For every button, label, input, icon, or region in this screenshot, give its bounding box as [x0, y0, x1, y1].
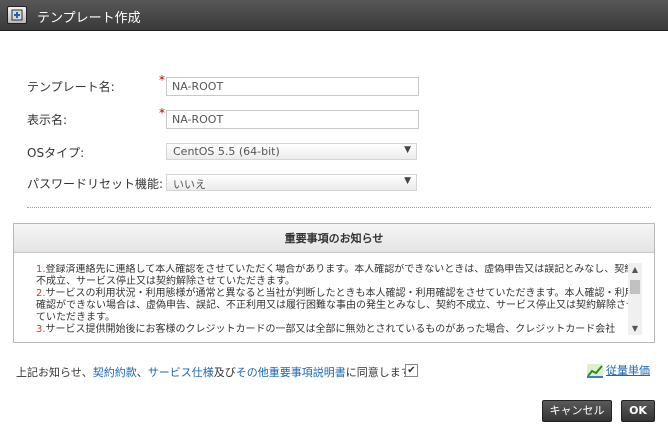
display-name-required-mark: *: [159, 106, 165, 120]
checkmark-icon: ✔: [407, 365, 416, 376]
important-notice-panel: 重要事項のお知らせ 1.登録済連絡先に連絡して本人確認をさせていただく場合があり…: [13, 223, 655, 343]
template-name-label: テンプレート名:: [27, 80, 115, 94]
agreement-text: 上記お知らせ、契約約款、サービス仕様及びその他重要事項説明書に同意します。: [16, 366, 422, 379]
template-add-icon: [7, 6, 27, 24]
scroll-down-arrow-icon[interactable]: ▼: [628, 322, 642, 335]
triangle-down-icon: ▼: [404, 176, 411, 186]
password-reset-selected-value: いいえ: [173, 178, 206, 191]
password-reset-label: パスワードリセット機能:: [27, 177, 164, 191]
dialog-title: テンプレート作成: [37, 11, 141, 26]
cancel-button[interactable]: キャンセル: [542, 400, 612, 422]
usage-rate-link[interactable]: 従量単価: [587, 362, 650, 378]
display-name-label: 表示名:: [27, 113, 68, 127]
service-spec-link[interactable]: サービス仕様: [148, 366, 214, 379]
chart-icon: [587, 364, 603, 378]
os-type-selected-value: CentOS 5.5 (64-bit): [173, 145, 280, 158]
agree-checkbox[interactable]: ✔: [405, 364, 418, 377]
scroll-up-arrow-icon[interactable]: ▲: [628, 263, 642, 276]
notice-item: 2.サービスの利用状況・利用態様が通常と異なると当社が判断したときも本人確認・利…: [36, 288, 636, 323]
template-name-required-mark: *: [159, 73, 165, 87]
dialog-titlebar: テンプレート作成: [0, 0, 668, 31]
password-reset-select[interactable]: いいえ ▼: [166, 174, 417, 191]
ok-button[interactable]: OK: [621, 400, 655, 422]
notice-item: 1.登録済連絡先に連絡して本人確認をさせていただく場合があります。本人確認ができ…: [36, 264, 635, 287]
os-type-label: OSタイプ:: [27, 146, 85, 160]
notice-scrollbar[interactable]: ▲ ▼: [628, 263, 642, 335]
triangle-down-icon: ▼: [404, 145, 411, 155]
notice-item: 3.サービス提供開始後にお客様のクレジットカードの一部又は全部に無効とされている…: [36, 324, 616, 335]
os-type-select[interactable]: CentOS 5.5 (64-bit) ▼: [166, 143, 417, 160]
notice-body[interactable]: 1.登録済連絡先に連絡して本人確認をさせていただく場合があります。本人確認ができ…: [36, 264, 636, 336]
notice-title: 重要事項のお知らせ: [14, 224, 654, 253]
form-separator: [27, 207, 651, 208]
template-name-input[interactable]: [166, 77, 419, 96]
other-important-docs-link[interactable]: その他重要事項説明書: [236, 366, 346, 379]
display-name-input[interactable]: [166, 110, 419, 129]
terms-link[interactable]: 契約約款: [93, 366, 137, 379]
scroll-thumb[interactable]: [630, 280, 640, 294]
